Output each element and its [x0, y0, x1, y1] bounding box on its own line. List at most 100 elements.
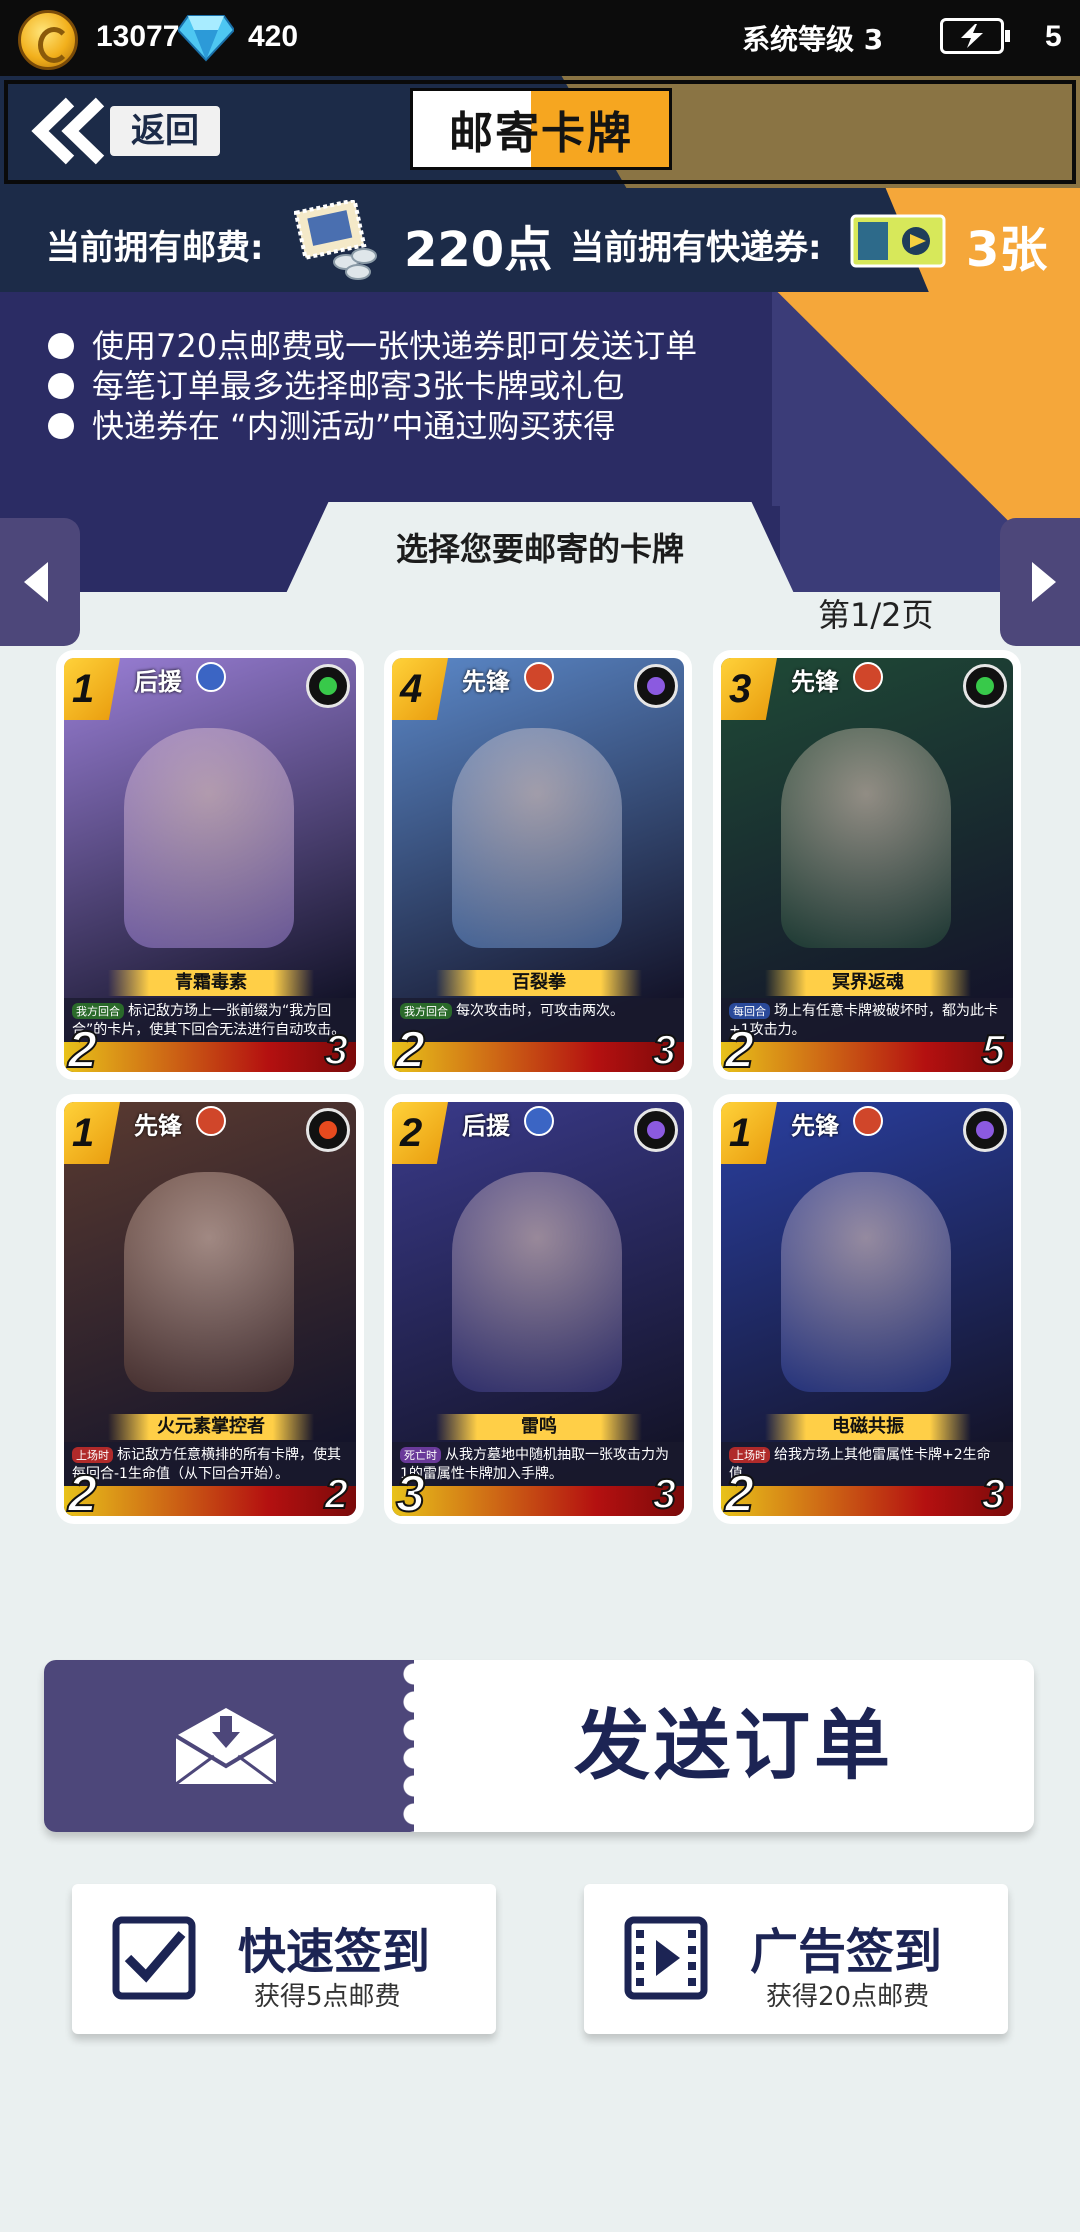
card-tile[interactable]: 1 先锋 火元素掌控者 上场时 标记敌方任意横排的所有卡牌，使其每回合-1生命值（从下回…: [56, 1094, 364, 1524]
page-title: 邮寄卡牌: [449, 108, 633, 159]
element-icon: [963, 664, 1007, 708]
card-art: 2 后援 雷鸣 死亡时 从我方墓地中随机抽取一张攻击力为1的雷属性卡牌加入手牌。 3 3: [392, 1102, 684, 1516]
card-stat-strip: [64, 1042, 356, 1072]
card-art: 1 后援青霜毒素 我方回合 标记敌方场上一张前缀为“我方回合”的卡片，使其下回合无法进…: [64, 658, 356, 1072]
card-role: 先锋: [134, 1112, 182, 1140]
card-trigger-tag: 死亡时: [400, 1447, 441, 1463]
send-order-label: 发送订单: [574, 1701, 894, 1790]
card-health: 2: [324, 1469, 349, 1516]
card-role: 先锋: [791, 1112, 839, 1140]
checkbox-icon: [112, 1916, 196, 2000]
element-icon: [963, 1108, 1007, 1152]
card-attack: 2: [67, 1020, 98, 1072]
rule-item: 每笔订单最多选择邮寄3张卡牌或礼包: [48, 366, 697, 406]
card-tile[interactable]: 4 先锋 百裂拳 我方回合 每次攻击时，可攻击两次。 2 3: [384, 650, 692, 1080]
role-icon: [853, 1106, 883, 1136]
back-label: 返回: [110, 106, 220, 156]
element-icon: [306, 664, 350, 708]
card-role: 后援: [134, 668, 182, 696]
card-art: 1 先锋 电磁共振 上场时 给我方场上其他雷属性卡牌+2生命值。 2 3: [721, 1102, 1013, 1516]
next-page-button[interactable]: [1000, 518, 1080, 646]
postage-stamp-icon: [294, 200, 377, 280]
card-role: 先锋: [462, 668, 510, 696]
postage-label: 当前拥有邮费:: [46, 228, 264, 268]
rule-item: 快递券在 “内测活动”中通过购买获得: [48, 406, 697, 446]
diamond-icon: [178, 15, 234, 62]
card-trigger-tag: 每回合: [729, 1003, 770, 1019]
element-icon: [634, 664, 678, 708]
express-ticket-icon: [850, 214, 946, 268]
card-effect-text: 每次攻击时，可攻击两次。: [456, 1003, 624, 1019]
selector-title: 选择您要邮寄的卡牌: [395, 530, 684, 568]
page-indicator: 第1/2页: [818, 596, 934, 634]
energy-battery-icon: [940, 18, 1010, 54]
card-character-art: [124, 728, 294, 948]
card-tile[interactable]: 1 先锋 电磁共振 上场时 给我方场上其他雷属性卡牌+2生命值。 2 3: [713, 1094, 1021, 1524]
card-attack: 2: [724, 1020, 755, 1072]
send-order-icon-panel: [44, 1660, 414, 1832]
card-trigger-tag: 我方回合: [72, 1003, 124, 1019]
card-health: 3: [652, 1025, 677, 1072]
rule-item: 使用720点邮费或一张快递券即可发送订单: [48, 326, 697, 366]
ticket-label: 当前拥有快递券:: [570, 228, 822, 268]
card-name: 火元素掌控者: [108, 1414, 314, 1440]
card-attack: 3: [395, 1464, 426, 1516]
card-stat-strip: [721, 1486, 1013, 1516]
element-icon: [634, 1108, 678, 1152]
envelope-icon: [174, 1708, 278, 1786]
card-description: 上场时 标记敌方任意横排的所有卡牌，使其每回合-1生命值（从下回合开始）。: [64, 1442, 356, 1486]
double-chevron-left-icon: [31, 97, 105, 165]
card-cost: 4: [392, 658, 448, 720]
ad-checkin-title: 广告签到: [750, 1924, 943, 1980]
role-icon: [524, 1106, 554, 1136]
video-icon: [624, 1916, 708, 2000]
card-trigger-tag: 我方回合: [400, 1003, 452, 1019]
card-attack: 2: [395, 1020, 426, 1072]
back-button[interactable]: 返回: [30, 96, 220, 166]
card-role: 先锋: [791, 668, 839, 696]
card-attack: 2: [67, 1464, 98, 1516]
quick-checkin-title: 快速签到: [238, 1924, 431, 1980]
card-name: 电磁共振: [765, 1414, 971, 1440]
card-trigger-tag: 上场时: [729, 1447, 770, 1463]
card-tile[interactable]: 2 后援 雷鸣 死亡时 从我方墓地中随机抽取一张攻击力为1的雷属性卡牌加入手牌。 3 3: [384, 1094, 692, 1524]
energy-count: 5: [1045, 20, 1062, 53]
card-tile[interactable]: 3 先锋 冥界返魂 每回合 场上有任意卡牌被破坏时，都为此卡+1攻击力。 2 5: [713, 650, 1021, 1080]
card-art: 3 先锋 冥界返魂 每回合 场上有任意卡牌被破坏时，都为此卡+1攻击力。 2 5: [721, 658, 1013, 1072]
card-stat-strip: [721, 1042, 1013, 1072]
card-description: 我方回合 标记敌方场上一张前缀为“我方回合”的卡片，使其下回合无法进行自动攻击。: [64, 998, 356, 1042]
ticket-perforation: [400, 1660, 428, 1832]
card-character-art: [452, 728, 622, 948]
card-description: 死亡时 从我方墓地中随机抽取一张攻击力为1的雷属性卡牌加入手牌。: [392, 1442, 684, 1486]
card-cost: 1: [721, 1102, 777, 1164]
rules-list: 使用720点邮费或一张快递券即可发送订单 每笔订单最多选择邮寄3张卡牌或礼包 快…: [48, 326, 697, 446]
status-bar: 13077 420 系统等级 3 5: [0, 0, 1080, 76]
card-name: 青霜毒素: [108, 970, 314, 996]
card-name: 百裂拳: [436, 970, 642, 996]
card-health: 3: [324, 1025, 349, 1072]
card-stat-strip: [64, 1486, 356, 1516]
card-cost: 1: [64, 658, 120, 720]
gold-coin-icon: [18, 10, 78, 70]
send-order-button[interactable]: 发送订单: [44, 1660, 1034, 1832]
card-health: 5: [981, 1025, 1006, 1072]
role-icon: [524, 662, 554, 692]
card-character-art: [124, 1172, 294, 1392]
card-description: 每回合 场上有任意卡牌被破坏时，都为此卡+1攻击力。: [721, 998, 1013, 1042]
card-stat-strip: [392, 1486, 684, 1516]
postage-value: 220点: [404, 222, 553, 278]
quick-checkin-button[interactable]: 快速签到 获得5点邮费: [72, 1884, 496, 2034]
card-character-art: [781, 1172, 951, 1392]
card-character-art: [781, 728, 951, 948]
quick-checkin-subtitle: 获得5点邮费: [254, 1982, 401, 2012]
prev-page-button[interactable]: [0, 518, 80, 646]
card-stat-strip: [392, 1042, 684, 1072]
role-icon: [196, 662, 226, 692]
ad-checkin-button[interactable]: 广告签到 获得20点邮费: [584, 1884, 1008, 2034]
ticket-value: 3张: [966, 222, 1048, 278]
card-art: 1 先锋 火元素掌控者 上场时 标记敌方任意横排的所有卡牌，使其每回合-1生命值（从下回…: [64, 1102, 356, 1516]
card-tile[interactable]: 1 后援青霜毒素 我方回合 标记敌方场上一张前缀为“我方回合”的卡片，使其下回合无法进…: [56, 650, 364, 1080]
card-description: 我方回合 每次攻击时，可攻击两次。: [392, 998, 684, 1042]
gem-count: 420: [248, 20, 299, 53]
card-trigger-tag: 上场时: [72, 1447, 113, 1463]
